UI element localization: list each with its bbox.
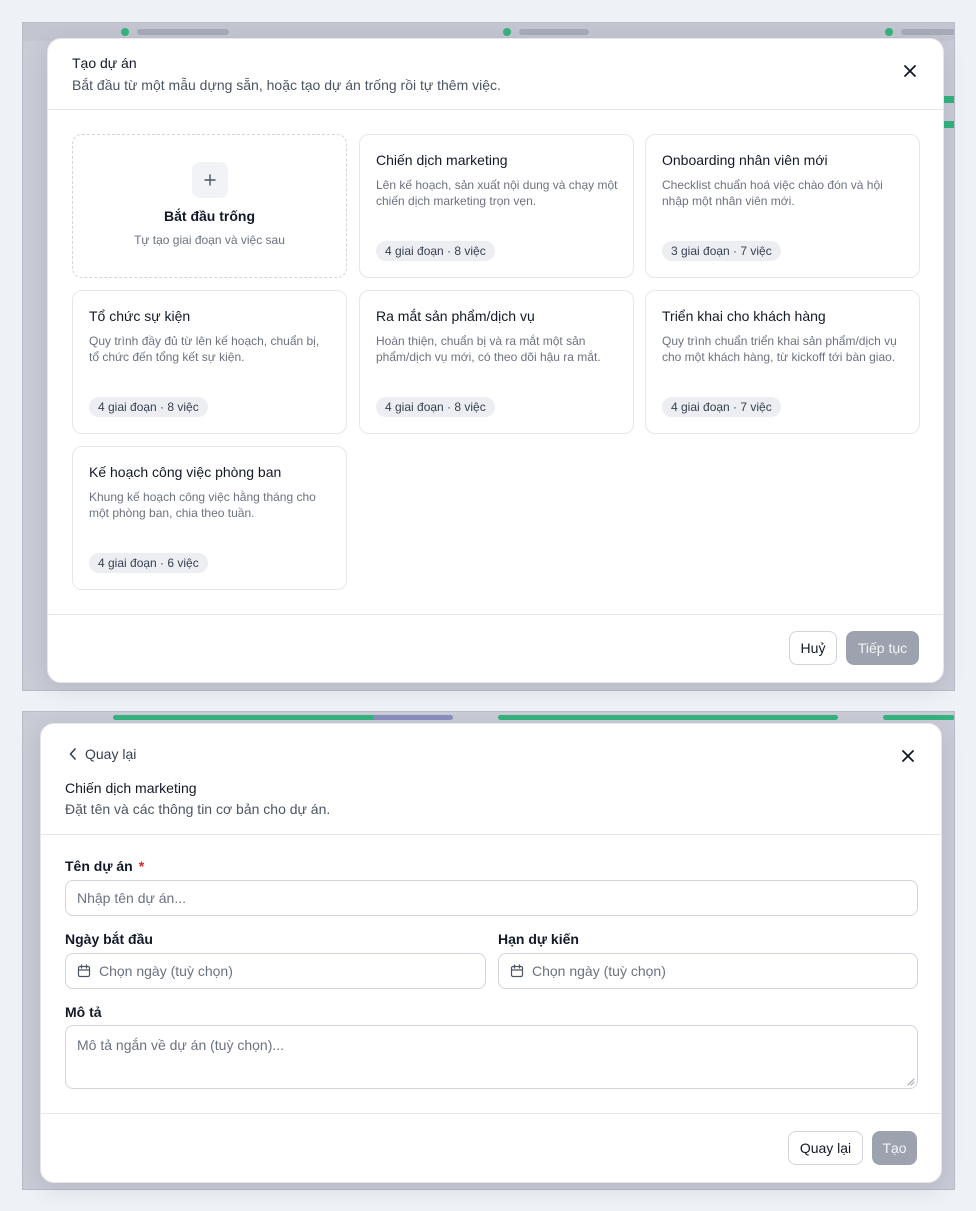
template-card-marketing[interactable]: Chiến dịch marketing Lên kế hoạch, sản x…	[359, 134, 634, 278]
template-card-description: Lên kế hoạch, sản xuất nội dung và chạy …	[376, 178, 618, 208]
close-icon	[904, 65, 916, 77]
template-card-badge: 4 giai đoạn · 6 việc	[89, 553, 208, 573]
dialog-title: Tạo dự án	[72, 55, 137, 71]
project-details-dialog: Quay lại Chiến dịch marketing Đặt tên và…	[40, 723, 942, 1183]
back-button[interactable]: Quay lại	[788, 1131, 863, 1165]
chevron-left-icon	[69, 748, 76, 760]
dialog-title: Chiến dịch marketing	[65, 780, 197, 796]
required-mark: *	[138, 858, 145, 874]
project-name-input[interactable]: Nhập tên dự án...	[65, 880, 918, 916]
create-button[interactable]: Tạo	[872, 1131, 917, 1165]
start-date-placeholder: Chọn ngày (tuỳ chọn)	[99, 963, 233, 979]
create-project-dialog: Tạo dự án Bắt đầu từ một mẫu dựng sẵn, h…	[47, 38, 944, 683]
back-link[interactable]: Quay lại	[69, 746, 136, 762]
template-card-title: Onboarding nhân viên mới	[662, 152, 828, 168]
template-card-title: Triển khai cho khách hàng	[662, 308, 826, 324]
resize-grip-icon[interactable]	[907, 1078, 915, 1086]
template-card-description: Hoàn thiện, chuẩn bị và ra mắt một sản p…	[376, 334, 601, 364]
due-date-label: Hạn dự kiến	[498, 931, 579, 947]
footer-divider	[48, 614, 943, 615]
template-card-badge: 3 giai đoạn · 7 việc	[662, 241, 781, 261]
header-divider	[41, 834, 941, 835]
template-card-badge: 4 giai đoạn · 7 việc	[662, 397, 781, 417]
calendar-icon	[510, 964, 524, 978]
close-button[interactable]	[898, 59, 922, 83]
footer-divider	[41, 1113, 941, 1114]
template-card-event[interactable]: Tổ chức sự kiện Quy trình đầy đủ từ lên …	[72, 290, 347, 434]
continue-button[interactable]: Tiếp tục	[846, 631, 919, 665]
template-card-description: Quy trình đầy đủ từ lên kế hoạch, chuẩn …	[89, 334, 320, 364]
back-link-label: Quay lại	[85, 746, 137, 762]
dialog-header: Tạo dự án Bắt đầu từ một mẫu dựng sẵn, h…	[72, 54, 501, 95]
template-card-description: Khung kế hoạch công việc hằng tháng cho …	[89, 490, 316, 520]
description-label: Mô tả	[65, 1004, 102, 1020]
start-date-picker[interactable]: Chọn ngày (tuỳ chọn)	[65, 953, 486, 989]
blank-card-title: Bắt đầu trống	[164, 208, 255, 224]
description-textarea[interactable]: Mô tả ngắn về dự án (tuỳ chọn)...	[65, 1025, 918, 1089]
template-card-description: Checklist chuẩn hoá việc chào đón và hội…	[662, 178, 883, 208]
calendar-icon	[77, 964, 91, 978]
description-placeholder: Mô tả ngắn về dự án (tuỳ chọn)...	[77, 1037, 285, 1053]
template-card-description: Quy trình chuẩn triển khai sản phẩm/dịch…	[662, 334, 897, 364]
template-card-product-launch[interactable]: Ra mắt sản phẩm/dịch vụ Hoàn thiện, chuẩ…	[359, 290, 634, 434]
project-name-label: Tên dự án *	[65, 858, 145, 874]
template-card-title: Kế hoạch công việc phòng ban	[89, 464, 282, 480]
dialog-subtitle: Đặt tên và các thông tin cơ bản cho dự á…	[65, 801, 331, 817]
plus-icon	[191, 162, 228, 198]
template-card-badge: 4 giai đoạn · 8 việc	[376, 397, 495, 417]
cancel-button[interactable]: Huỷ	[789, 631, 837, 665]
template-card-badge: 4 giai đoạn · 8 việc	[376, 241, 495, 261]
template-card-title: Chiến dịch marketing	[376, 152, 508, 168]
template-card-department-plan[interactable]: Kế hoạch công việc phòng ban Khung kế ho…	[72, 446, 347, 590]
blank-card-subtitle: Tự tạo giai đoạn và việc sau	[134, 233, 285, 247]
template-card-title: Ra mắt sản phẩm/dịch vụ	[376, 308, 535, 324]
template-card-client-rollout[interactable]: Triển khai cho khách hàng Quy trình chuẩ…	[645, 290, 920, 434]
blank-template-card[interactable]: Bắt đầu trống Tự tạo giai đoạn và việc s…	[72, 134, 347, 278]
close-icon	[902, 750, 914, 762]
project-name-placeholder: Nhập tên dự án...	[77, 890, 186, 906]
due-date-picker[interactable]: Chọn ngày (tuỳ chọn)	[498, 953, 918, 989]
dialog-header: Chiến dịch marketing Đặt tên và các thôn…	[65, 779, 330, 819]
header-divider	[48, 109, 943, 110]
template-card-title: Tổ chức sự kiện	[89, 308, 191, 324]
start-date-label: Ngày bắt đầu	[65, 931, 153, 947]
template-card-badge: 4 giai đoạn · 8 việc	[89, 397, 208, 417]
due-date-placeholder: Chọn ngày (tuỳ chọn)	[532, 963, 666, 979]
dialog-subtitle: Bắt đầu từ một mẫu dựng sẵn, hoặc tạo dự…	[72, 77, 501, 93]
close-button[interactable]	[896, 744, 920, 768]
template-card-onboarding[interactable]: Onboarding nhân viên mới Checklist chuẩn…	[645, 134, 920, 278]
